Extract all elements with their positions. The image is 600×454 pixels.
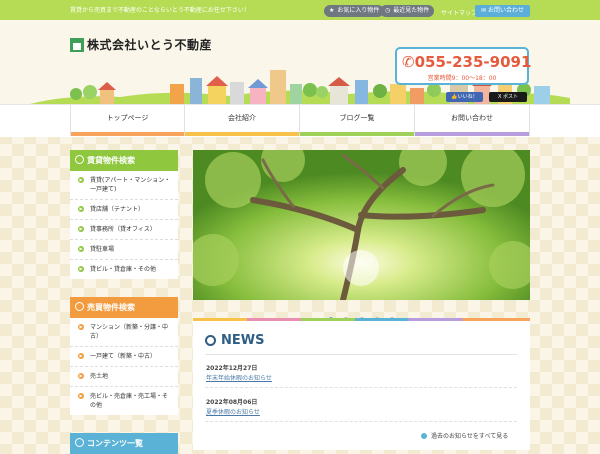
search-icon — [75, 155, 84, 164]
news-title-text: NEWS — [221, 333, 265, 348]
item-label: 賃貸(アパート・マンション・一戸建て) — [90, 177, 171, 193]
nav-label: お問い合わせ — [451, 114, 493, 122]
favorites-button[interactable]: ★ お気に入り物件 — [324, 5, 385, 17]
contact-button[interactable]: ✉ お問い合わせ — [475, 5, 530, 17]
arrow-icon: ▶ — [78, 246, 84, 252]
contents-block: コンテンツ一覧 — [70, 433, 178, 454]
divider — [205, 387, 517, 389]
contents-title: コンテンツ一覧 — [87, 439, 143, 448]
sidebar-item-sale-house[interactable]: ▶ 一戸建て（新築・中古） — [70, 347, 178, 367]
item-label: 一戸建て（新築・中古） — [90, 353, 157, 360]
history-icon: ◷ — [385, 7, 391, 14]
arrow-icon: ▶ — [78, 353, 84, 359]
sidebar-item-rent-store[interactable]: ▶ 貸店舗（テナント） — [70, 200, 178, 220]
item-label: 売土地 — [90, 373, 109, 380]
phone-text: 055-235-9091 — [414, 53, 532, 71]
divider — [205, 354, 517, 355]
main-nav: トップページ 会社紹介 ブログ一覧 お問い合わせ — [0, 104, 600, 137]
divider — [205, 421, 517, 423]
sale-search-title: 売買物件検索 — [87, 303, 135, 312]
phone-icon: ✆ — [402, 53, 415, 71]
item-label: 売ビル・売倉庫・売工場・その他 — [90, 393, 169, 409]
arrow-icon: ▶ — [78, 266, 84, 272]
fb-label: いいね！ — [457, 94, 478, 100]
favorites-label: お気に入り物件 — [337, 7, 380, 14]
news-heading: NEWS — [205, 333, 264, 348]
news-section: NEWS 2022年12月27日 年末年始休暇のお知らせ 2022年08月06日… — [193, 321, 530, 450]
sidebar-item-rent-other[interactable]: ▶ 貸ビル・貸倉庫・その他 — [70, 260, 178, 279]
nav-top[interactable]: トップページ — [70, 105, 185, 136]
sidebar-item-sale-land[interactable]: ▶ 売土地 — [70, 367, 178, 387]
company-name: 株式会社いとう不動産 — [87, 38, 213, 52]
nav-underline — [185, 132, 299, 136]
nav-underline — [415, 132, 529, 136]
star-icon: ★ — [329, 7, 335, 14]
rent-search-header: 賃貸物件検索 — [70, 150, 178, 171]
search-icon — [75, 302, 84, 311]
nav-underline — [300, 132, 414, 136]
arrow-icon: ▶ — [78, 373, 84, 379]
rent-search-title: 賃貸物件検索 — [87, 156, 135, 165]
arrow-icon: ▶ — [78, 324, 84, 330]
item-label: 貸駐車場 — [90, 246, 115, 253]
news-link[interactable]: 年末年始休暇のお知らせ — [206, 373, 272, 382]
business-hours: 営業時間9：00～18：00 — [427, 75, 497, 82]
nav-underline — [71, 132, 184, 136]
nav-label: トップページ — [106, 114, 149, 122]
contact-label: お問い合わせ — [487, 7, 524, 14]
nav-label: 会社紹介 — [228, 114, 256, 122]
sidebar-item-rent-parking[interactable]: ▶ 貸駐車場 — [70, 240, 178, 260]
arrow-icon: ▶ — [78, 393, 84, 399]
news-date: 2022年12月27日 — [206, 365, 258, 372]
x-post-button[interactable]: X ポスト — [489, 92, 527, 102]
nav-label: ブログ一覧 — [339, 114, 375, 122]
circle-icon — [205, 335, 216, 346]
sidebar-item-rent-residence[interactable]: ▶ 賃貸(アパート・マンション・一戸建て) — [70, 171, 178, 200]
news-more-link[interactable]: 過去のお知らせをすべて見る — [421, 431, 508, 440]
hero-slider[interactable] — [193, 150, 530, 300]
recent-button[interactable]: ◷ 最近見た物件 — [380, 5, 435, 17]
tagline: 賃貸から売買まで不動産のことならいとう不動産にお任せ下さい！ — [70, 7, 250, 14]
nav-blog[interactable]: ブログ一覧 — [300, 105, 415, 136]
item-label: 貸事務所（貸オフィス） — [90, 226, 156, 233]
sidebar-item-sale-other[interactable]: ▶ 売ビル・売倉庫・売工場・その他 — [70, 387, 178, 415]
header: 株式会社いとう不動産 ✆055-235-9091 営業時間9：00～18：00 … — [0, 20, 600, 104]
contents-header: コンテンツ一覧 — [70, 433, 178, 454]
recent-label: 最近見た物件 — [393, 7, 430, 14]
facebook-like-button[interactable]: 👍いいね！ — [446, 92, 483, 102]
sidebar-item-rent-office[interactable]: ▶ 貸事務所（貸オフィス） — [70, 220, 178, 240]
company-logo[interactable]: 株式会社いとう不動産 — [70, 36, 212, 53]
item-label: 貸ビル・貸倉庫・その他 — [90, 266, 157, 273]
phone-box[interactable]: ✆055-235-9091 営業時間9：00～18：00 — [395, 47, 531, 85]
arrow-icon: ▶ — [78, 226, 84, 232]
tw-label: ポスト — [503, 94, 519, 100]
item-label: 貸店舗（テナント） — [90, 206, 145, 213]
circle-icon — [75, 438, 84, 447]
item-label: マンション（新築・分譲・中古） — [90, 324, 169, 340]
mail-icon: ✉ — [481, 7, 488, 14]
arrow-icon: ▶ — [78, 177, 84, 183]
sale-search-block: 売買物件検索 ▶ マンション（新築・分譲・中古） ▶ 一戸建て（新築・中古） ▶ 売土… — [70, 297, 178, 415]
top-bar: 賃貸から売買まで不動産のことならいとう不動産にお任せ下さい！ ★ お気に入り物件 … — [0, 0, 600, 20]
house-icon — [70, 37, 84, 52]
news-date: 2022年08月06日 — [206, 399, 258, 406]
news-link[interactable]: 夏季休暇のお知らせ — [206, 407, 260, 416]
arrow-icon — [421, 433, 427, 439]
arrow-icon: ▶ — [78, 206, 84, 212]
nav-contact[interactable]: お問い合わせ — [415, 105, 530, 136]
tree-canopy-image — [193, 150, 530, 300]
nav-company[interactable]: 会社紹介 — [185, 105, 300, 136]
sale-search-header: 売買物件検索 — [70, 297, 178, 318]
phone-number: ✆055-235-9091 — [402, 53, 531, 71]
sidebar-item-sale-condo[interactable]: ▶ マンション（新築・分譲・中古） — [70, 318, 178, 347]
news-more-label: 過去のお知らせをすべて見る — [431, 433, 509, 440]
sitemap-link[interactable]: サイトマップ — [441, 8, 477, 17]
rent-search-block: 賃貸物件検索 ▶ 賃貸(アパート・マンション・一戸建て) ▶ 貸店舗（テナント） ▶… — [70, 150, 178, 279]
